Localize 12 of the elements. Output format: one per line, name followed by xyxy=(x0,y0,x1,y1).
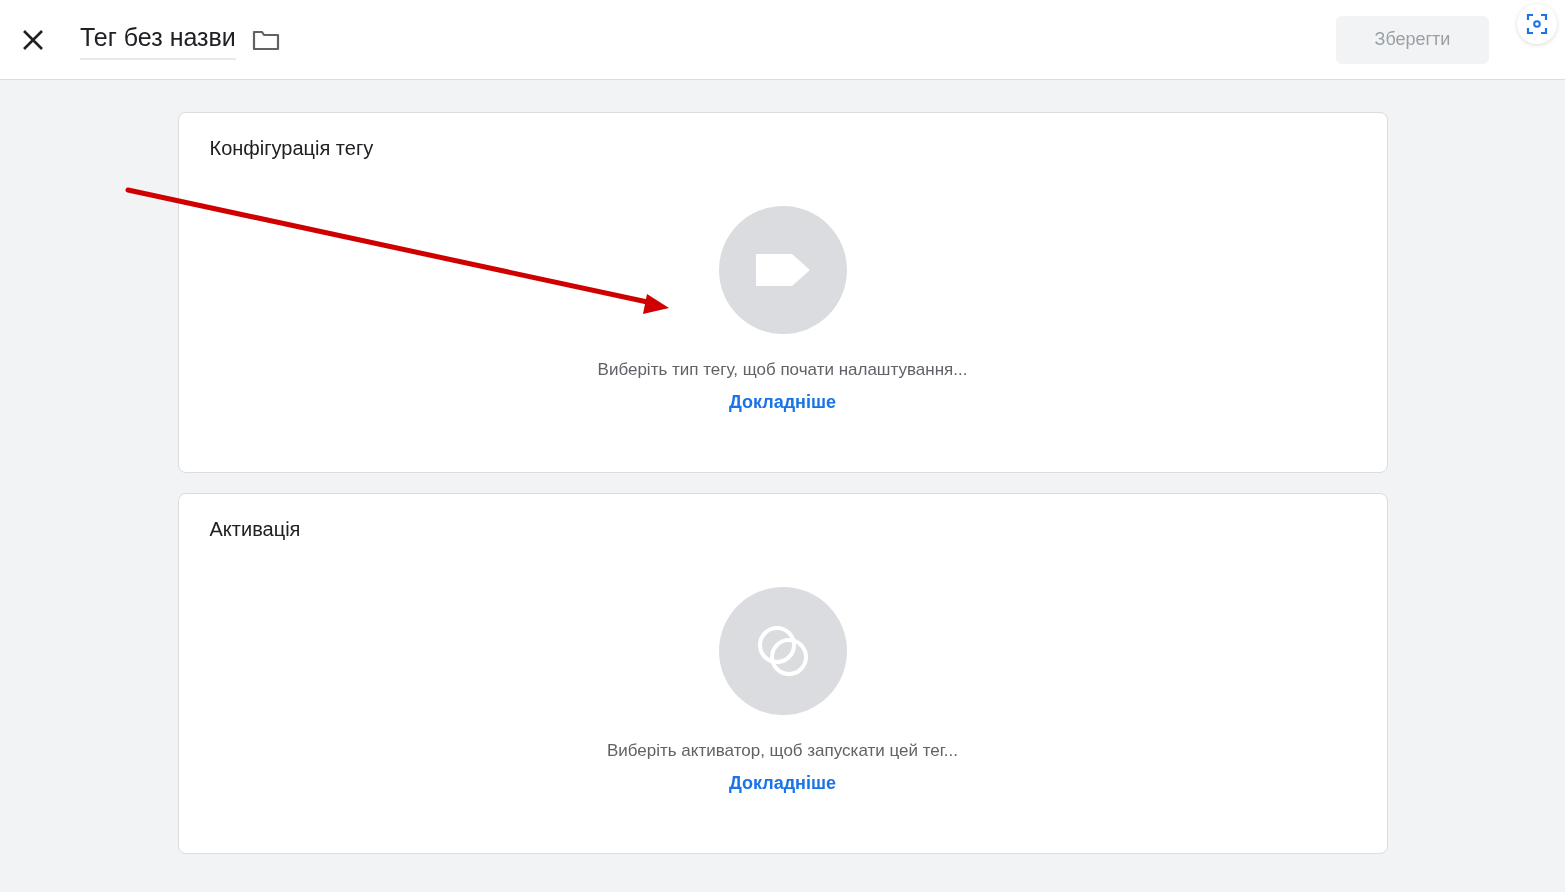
tag-name-field[interactable]: Тег без назви xyxy=(80,19,236,60)
card-title: Активація xyxy=(209,518,302,541)
tag-icon xyxy=(755,254,810,286)
learn-more-link[interactable]: Докладніше xyxy=(729,392,836,413)
learn-more-link[interactable]: Докладніше xyxy=(729,773,836,794)
card-title: Конфігурація тегу xyxy=(209,137,375,160)
card-hint: Виберіть активатор, щоб запускати цей тег... xyxy=(606,741,959,761)
card-hint: Виберіть тип тегу, щоб почати налаштування... xyxy=(597,360,968,380)
folder-button[interactable] xyxy=(251,28,280,51)
folder-icon xyxy=(251,28,280,51)
close-icon xyxy=(22,28,44,51)
screenshot-icon xyxy=(1526,13,1548,35)
